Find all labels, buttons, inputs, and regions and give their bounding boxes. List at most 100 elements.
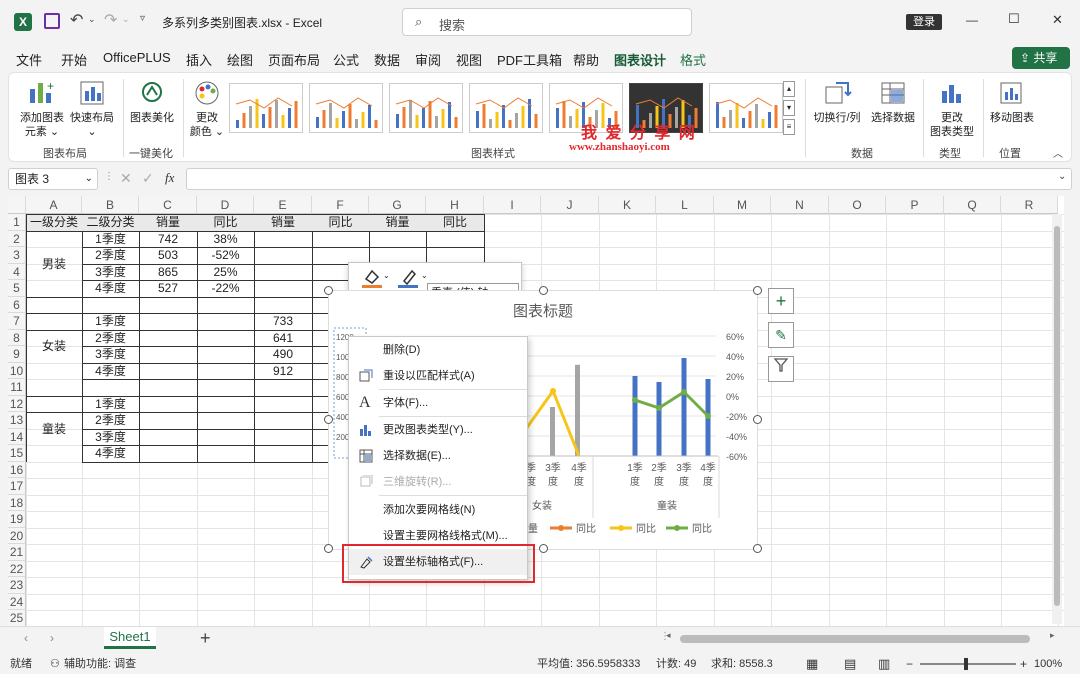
enter-icon[interactable]: ✓ [142, 170, 154, 187]
horizontal-scrollbar[interactable] [680, 635, 1030, 643]
chart-resize-handle[interactable] [753, 544, 762, 553]
row-header[interactable]: 25 [8, 610, 26, 626]
column-header[interactable]: J [541, 196, 599, 214]
gallery-more-icon[interactable]: ≡ [783, 119, 795, 135]
chart-resize-handle[interactable] [324, 286, 333, 295]
row-header[interactable]: 12 [8, 395, 26, 412]
column-header[interactable]: B [82, 196, 139, 214]
men-yoy-cell[interactable]: 38% [197, 231, 254, 247]
row-header[interactable]: 10 [8, 362, 26, 379]
column-header[interactable]: N [771, 196, 829, 214]
gallery-down-icon[interactable]: ▾ [783, 100, 795, 116]
column-header[interactable]: I [484, 196, 541, 214]
chart-filters-button[interactable] [768, 356, 794, 382]
login-button[interactable]: 登录 [906, 14, 942, 30]
select-data-button[interactable]: 选择数据 [865, 79, 921, 125]
quarter-cell[interactable]: 3季度 [82, 346, 139, 362]
column-header[interactable]: P [886, 196, 944, 214]
tab-view[interactable]: 视图 [456, 50, 482, 69]
quick-layout-button[interactable]: 快速布局 ⌄ [67, 79, 117, 139]
group-label-cell[interactable]: 童装 [26, 421, 82, 437]
row-header[interactable]: 7 [8, 313, 26, 330]
quarter-cell[interactable]: 1季度 [82, 231, 139, 247]
tab-insert[interactable]: 插入 [186, 50, 212, 69]
chart-resize-handle[interactable] [539, 286, 548, 295]
table-header-cell[interactable]: 销量 [254, 214, 312, 231]
chart-style-thumbnail[interactable] [469, 83, 543, 133]
formula-input[interactable] [186, 168, 1072, 190]
row-header[interactable]: 24 [8, 593, 26, 610]
table-header-cell[interactable]: 同比 [426, 214, 484, 231]
column-header[interactable]: D [197, 196, 254, 214]
select-all-corner[interactable] [8, 196, 26, 214]
menu-delete[interactable]: 删除(D) [349, 337, 527, 363]
row-header[interactable]: 18 [8, 494, 26, 511]
fill-dropdown-icon[interactable]: ⌄ [383, 271, 390, 280]
menu-select-data[interactable]: 选择数据(E)... [349, 443, 527, 469]
quarter-cell[interactable]: 4季度 [82, 363, 139, 379]
row-header[interactable]: 8 [8, 329, 26, 346]
chart-styles-button[interactable]: ✎ [768, 322, 794, 348]
zoom-in-icon[interactable]: + [1020, 654, 1027, 674]
chart-resize-handle[interactable] [753, 415, 762, 424]
column-header[interactable]: A [26, 196, 82, 214]
search-box[interactable]: ⌕ 搜索 [402, 8, 692, 36]
row-header[interactable]: 4 [8, 263, 26, 280]
expand-formula-icon[interactable]: ⌄ [1058, 171, 1066, 182]
row-header[interactable]: 5 [8, 280, 26, 297]
table-header-cell[interactable]: 销量 [369, 214, 426, 231]
add-sheet-button[interactable]: + [200, 628, 211, 649]
table-header-cell[interactable]: 同比 [197, 214, 254, 231]
column-header[interactable]: Q [944, 196, 1001, 214]
quarter-cell[interactable]: 2季度 [82, 330, 139, 346]
chart-style-thumbnail[interactable] [309, 83, 383, 133]
quarter-cell[interactable]: 1季度 [82, 313, 139, 329]
customize-toolbar-icon[interactable]: ▿ [140, 13, 145, 24]
page-break-view-icon[interactable]: ▥ [878, 654, 890, 674]
quarter-cell[interactable]: 3季度 [82, 429, 139, 445]
column-header[interactable]: C [139, 196, 197, 214]
column-header[interactable]: O [829, 196, 886, 214]
zoom-out-icon[interactable]: − [906, 654, 913, 674]
row-header[interactable]: 13 [8, 412, 26, 429]
border-dropdown-icon[interactable]: ⌄ [421, 271, 428, 280]
normal-view-icon[interactable]: ▦ [806, 654, 824, 672]
chart-resize-handle[interactable] [539, 544, 548, 553]
cancel-icon[interactable]: ✕ [120, 170, 132, 187]
menu-reset-style[interactable]: 重设以匹配样式(A) [349, 363, 527, 389]
chart-resize-handle[interactable] [324, 544, 333, 553]
chart-style-thumbnail[interactable] [229, 83, 303, 133]
row-header[interactable]: 21 [8, 544, 26, 561]
zoom-level[interactable]: 100% [1034, 654, 1062, 674]
men-yoy-cell[interactable]: -52% [197, 247, 254, 263]
men-sales-cell[interactable]: 527 [139, 280, 197, 296]
sheet-tab-sheet1[interactable]: Sheet1 [104, 627, 156, 649]
quarter-cell[interactable]: 4季度 [82, 280, 139, 296]
tab-review[interactable]: 审阅 [415, 50, 441, 69]
row-header[interactable]: 6 [8, 296, 26, 313]
menu-change-chart-type[interactable]: 更改图表类型(Y)... [349, 417, 527, 443]
chart-resize-handle[interactable] [324, 415, 333, 424]
chart-style-thumbnail[interactable] [389, 83, 463, 133]
men-sales-cell[interactable]: 742 [139, 231, 197, 247]
group-label-cell[interactable]: 女装 [26, 338, 82, 354]
women-sales-cell[interactable]: 733 [254, 313, 312, 329]
change-colors-button[interactable]: 更改 颜色 ⌄ [187, 79, 227, 139]
tab-pdf-tools[interactable]: PDF工具箱 [497, 50, 562, 69]
gallery-up-icon[interactable]: ▴ [783, 81, 795, 97]
men-yoy-cell[interactable]: -22% [197, 280, 254, 296]
vertical-scrollbar-thumb[interactable] [1054, 226, 1060, 606]
close-button[interactable]: ✕ [1052, 12, 1063, 28]
scroll-right-icon[interactable]: ▸ [1050, 630, 1055, 641]
minimize-button[interactable]: — [966, 13, 978, 27]
share-button[interactable]: ⇪ 共享 [1012, 47, 1070, 69]
group-label-cell[interactable]: 男装 [26, 256, 82, 272]
column-header[interactable]: E [254, 196, 312, 214]
name-box[interactable]: 图表 3 ⌄ [8, 168, 98, 190]
women-sales-cell[interactable]: 912 [254, 363, 312, 379]
tab-home[interactable]: 开始 [61, 50, 87, 69]
column-header[interactable]: G [369, 196, 426, 214]
women-sales-cell[interactable]: 641 [254, 330, 312, 346]
tab-format[interactable]: 格式 [680, 50, 706, 69]
chart-resize-handle[interactable] [753, 286, 762, 295]
